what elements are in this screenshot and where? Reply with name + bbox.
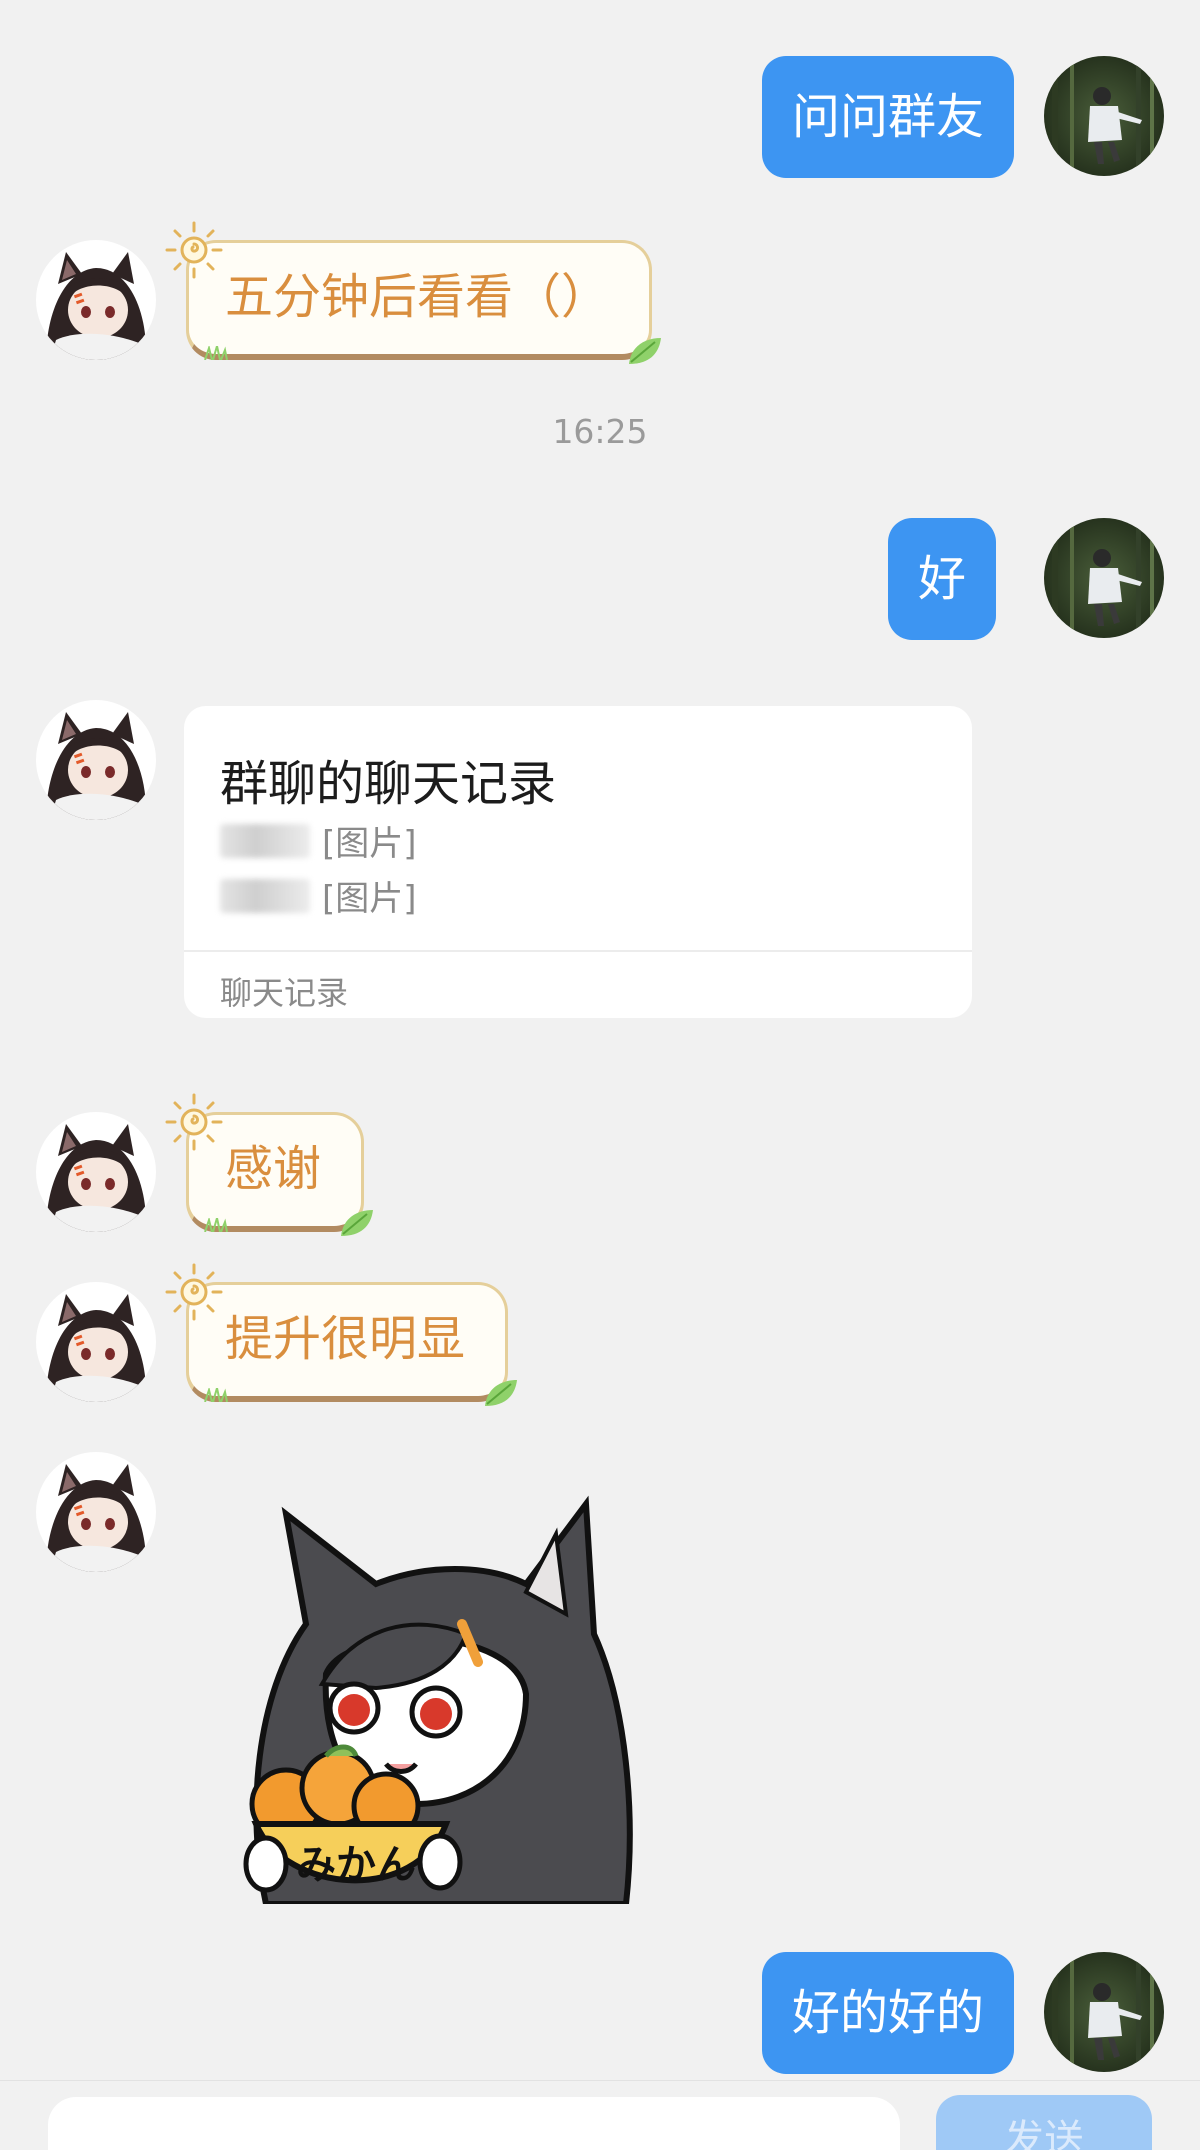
sticker-pupil [338,1694,370,1726]
chat-record-line: [图片] [220,871,417,920]
person-in-forest-avatar-icon [1044,56,1164,176]
anime-cat-girl-avatar-icon [36,1112,156,1232]
sticker-hand [243,1835,289,1893]
grass-icon [203,1218,229,1232]
message-input[interactable] [48,2097,900,2150]
self-avatar[interactable] [1044,1952,1164,2072]
sun-icon [161,217,227,283]
cat-girl-mikan-sticker[interactable]: みかん [226,1474,646,1904]
chat-record-line-text: [图片] [322,824,417,864]
sticker-mouth [384,1762,418,1774]
blurred-sender-name [220,823,310,858]
self-avatar[interactable] [1044,56,1164,176]
sticker-hand [417,1833,463,1891]
message-text: 感谢 [225,1141,322,1197]
anime-cat-girl-avatar-icon [36,1452,156,1572]
sun-icon [161,1259,227,1325]
themed-message-bubble[interactable]: 感谢 [186,1112,364,1232]
themed-message-bubble[interactable]: 五分钟后看看（） [186,240,652,360]
contact-avatar[interactable] [36,1112,156,1232]
chat-record-title: 群聊的聊天记录 [220,756,557,812]
anime-cat-girl-avatar-icon [36,240,156,360]
self-avatar[interactable] [1044,518,1164,638]
message-bubble[interactable]: 好的好的 [762,1952,1015,2074]
leaf-icon [481,1376,521,1410]
leaf-icon [337,1206,377,1240]
person-in-forest-avatar-icon [1044,1952,1164,2072]
message-text: 五分钟后看看（） [225,269,610,325]
chat-record-card[interactable]: 群聊的聊天记录 [图片] [图片] 聊天记录 [184,706,972,1018]
send-button[interactable]: 发送 [936,2095,1152,2150]
themed-message-bubble[interactable]: 提升很明显 [186,1282,508,1402]
contact-avatar[interactable] [36,700,156,820]
message-bubble[interactable]: 问问群友 [762,56,1015,178]
contact-avatar[interactable] [36,240,156,360]
anime-cat-girl-avatar-icon [36,700,156,820]
message-text: 提升很明显 [225,1311,466,1367]
chat-record-line-text: [图片] [322,879,417,919]
input-bar: 发送 [0,2080,1200,2150]
contact-avatar[interactable] [36,1452,156,1572]
chat-record-line: [图片] [220,816,417,865]
grass-icon [203,1388,229,1402]
sticker-text: みかん [296,1842,416,1888]
divider [184,950,972,952]
message-timestamp: 16:25 [552,412,648,451]
contact-avatar[interactable] [36,1282,156,1402]
sticker-pupil [420,1698,452,1730]
anime-cat-girl-avatar-icon [36,1282,156,1402]
leaf-icon [625,334,665,368]
chat-record-footer: 聊天记录 [220,974,349,1012]
blurred-sender-name [220,878,310,913]
grass-icon [203,346,229,360]
person-in-forest-avatar-icon [1044,518,1164,638]
sun-icon [161,1089,227,1155]
message-bubble[interactable]: 好 [888,518,997,640]
